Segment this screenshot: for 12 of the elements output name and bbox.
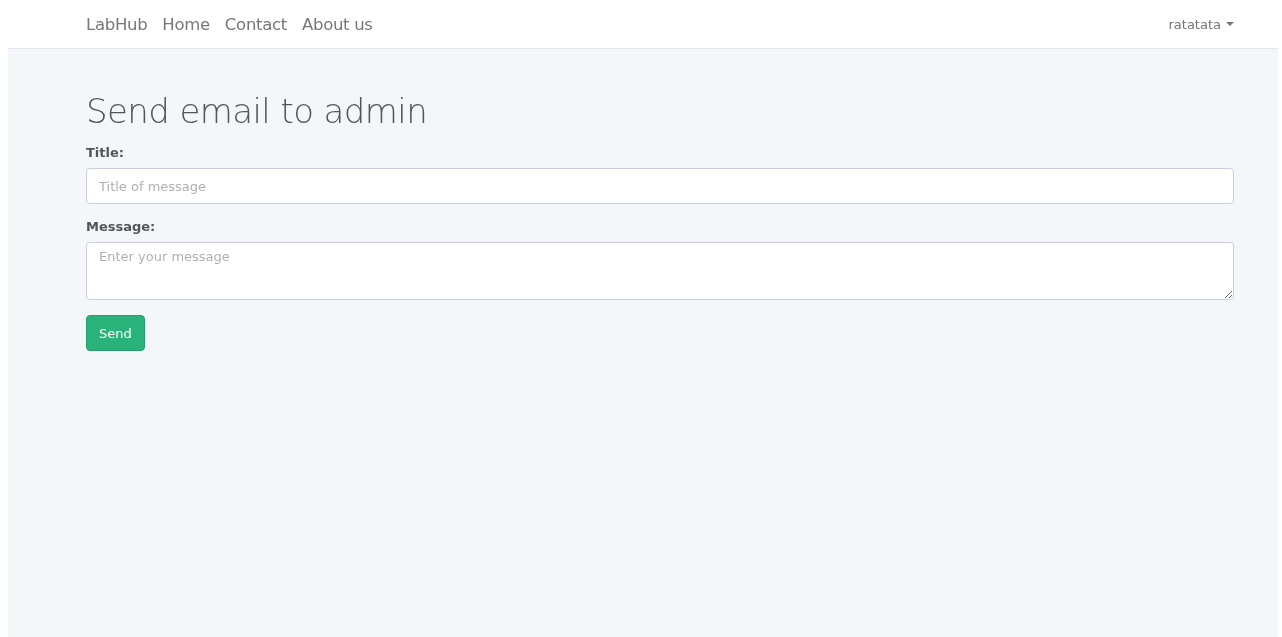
nav-link[interactable]: About us [301, 14, 373, 34]
field-label: Title: [86, 145, 124, 160]
caret-icon [1226, 22, 1234, 26]
field-label: Message: [86, 219, 156, 234]
send-button[interactable]: Send [86, 315, 145, 351]
page-heading: Send email to admin [86, 90, 429, 133]
title-input[interactable]: Title of message [86, 168, 1234, 204]
brand-link[interactable]: LabHub [86, 14, 148, 34]
nav-link[interactable]: Home [162, 14, 210, 34]
message-textarea[interactable]: Enter your message [86, 242, 1234, 300]
user-menu[interactable]: ratatata [1168, 16, 1234, 32]
nav-link[interactable]: Contact [224, 14, 287, 34]
